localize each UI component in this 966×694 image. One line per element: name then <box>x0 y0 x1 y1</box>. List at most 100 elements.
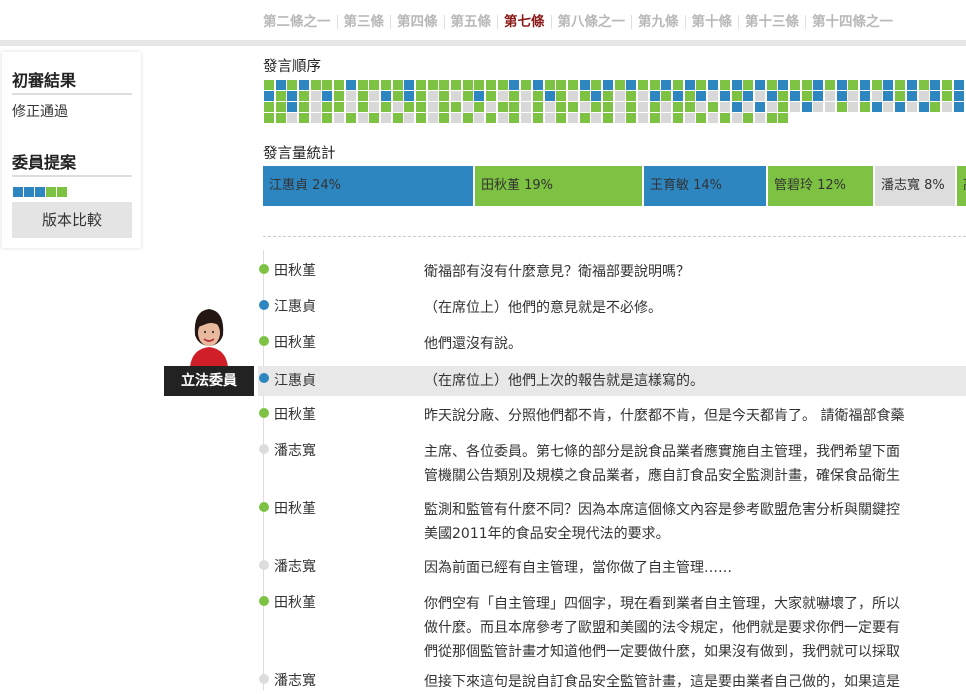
speech-turn-square[interactable] <box>287 91 298 101</box>
speech-turn-square[interactable] <box>264 91 274 101</box>
speech-turn-square[interactable] <box>778 91 789 101</box>
speech-turn-square[interactable] <box>930 102 941 112</box>
speech-turn-square[interactable] <box>275 91 286 101</box>
speech-turn-square[interactable] <box>731 91 742 101</box>
speech-turn-square[interactable] <box>462 102 473 112</box>
speaker-name[interactable]: 江惠貞 <box>274 296 316 318</box>
tab-2[interactable]: 第三條 <box>344 10 385 30</box>
speaker-name[interactable]: 田秋堇 <box>274 404 316 426</box>
speech-turn-square[interactable] <box>602 91 613 101</box>
speech-turn-square[interactable] <box>287 113 298 123</box>
speech-turn-square[interactable] <box>860 102 871 112</box>
legislator-avatar[interactable] <box>186 305 232 367</box>
speaker-name[interactable]: 田秋堇 <box>274 498 316 520</box>
speech-share-segment[interactable]: 田秋堇 19% <box>475 166 642 206</box>
speech-turn-square[interactable] <box>567 102 578 112</box>
speech-turn-square[interactable] <box>462 91 473 101</box>
speech-turn-square[interactable] <box>544 91 555 101</box>
speech-turn-square[interactable] <box>743 80 754 90</box>
speech-turn-square[interactable] <box>404 80 415 90</box>
speech-turn-square[interactable] <box>275 113 286 123</box>
speech-turn-square[interactable] <box>766 91 777 101</box>
speech-turn-square[interactable] <box>474 113 485 123</box>
speech-turn-square[interactable] <box>789 102 800 112</box>
speech-turn-square[interactable] <box>871 102 882 112</box>
speech-turn-square[interactable] <box>275 102 286 112</box>
speech-turn-square[interactable] <box>392 113 403 123</box>
speech-turn-square[interactable] <box>579 113 590 123</box>
speech-turn-square[interactable] <box>544 102 555 112</box>
speech-turn-square[interactable] <box>848 102 859 112</box>
speech-turn-square[interactable] <box>930 91 941 101</box>
speech-turn-square[interactable] <box>334 80 345 90</box>
speech-turn-square[interactable] <box>567 80 578 90</box>
version-compare-button[interactable]: 版本比較 <box>12 202 132 238</box>
speech-share-segment[interactable]: 管碧玲 12% <box>768 166 873 206</box>
speech-turn-square[interactable] <box>766 113 777 123</box>
speech-turn-square[interactable] <box>556 80 567 90</box>
speech-turn-square[interactable] <box>521 80 532 90</box>
proposal-square[interactable] <box>57 187 67 197</box>
tab-1[interactable]: 第二條之一 <box>263 10 331 30</box>
speech-turn-square[interactable] <box>497 113 508 123</box>
speech-turn-square[interactable] <box>427 102 438 112</box>
speech-turn-square[interactable] <box>380 80 391 90</box>
speech-turn-square[interactable] <box>661 102 672 112</box>
speech-turn-square[interactable] <box>310 113 321 123</box>
speech-turn-square[interactable] <box>369 102 380 112</box>
speech-turn-square[interactable] <box>778 113 789 123</box>
speech-turn-square[interactable] <box>766 80 777 90</box>
tab-9[interactable]: 第十三條 <box>745 10 799 30</box>
speech-turn-square[interactable] <box>532 80 543 90</box>
speech-turn-square[interactable] <box>427 80 438 90</box>
speech-turn-square[interactable] <box>661 113 672 123</box>
speech-turn-square[interactable] <box>264 113 274 123</box>
speech-turn-square[interactable] <box>497 91 508 101</box>
speech-turn-square[interactable] <box>918 91 929 101</box>
speech-turn-square[interactable] <box>754 91 765 101</box>
speech-turn-square[interactable] <box>345 113 356 123</box>
speech-turn-square[interactable] <box>638 113 648 123</box>
speech-turn-square[interactable] <box>556 113 567 123</box>
speaker-name[interactable]: 潘志寬 <box>274 440 316 462</box>
speech-turn-square[interactable] <box>602 80 613 90</box>
proposal-square[interactable] <box>24 187 34 197</box>
speech-turn-square[interactable] <box>661 91 672 101</box>
speech-turn-square[interactable] <box>754 80 765 90</box>
tab-4[interactable]: 第五條 <box>451 10 492 30</box>
speech-turn-square[interactable] <box>941 102 952 112</box>
speech-turn-square[interactable] <box>731 113 742 123</box>
speech-turn-square[interactable] <box>497 80 508 90</box>
speech-turn-square[interactable] <box>801 80 812 90</box>
speech-turn-square[interactable] <box>567 91 578 101</box>
speech-turn-square[interactable] <box>486 91 497 101</box>
speech-turn-square[interactable] <box>322 102 333 112</box>
speech-turn-square[interactable] <box>696 80 707 90</box>
speech-turn-square[interactable] <box>369 113 380 123</box>
speaker-name[interactable]: 江惠貞 <box>274 370 316 392</box>
speech-turn-square[interactable] <box>754 102 765 112</box>
speech-turn-square[interactable] <box>871 91 882 101</box>
speech-turn-square[interactable] <box>579 91 590 101</box>
speech-turn-square[interactable] <box>836 91 847 101</box>
speech-turn-square[interactable] <box>626 102 637 112</box>
speech-turn-square[interactable] <box>345 80 356 90</box>
speech-turn-square[interactable] <box>462 80 473 90</box>
speech-turn-square[interactable] <box>415 91 426 101</box>
speech-turn-square[interactable] <box>334 91 345 101</box>
speech-turn-square[interactable] <box>357 91 368 101</box>
speech-turn-square[interactable] <box>626 113 637 123</box>
speech-turn-square[interactable] <box>766 102 777 112</box>
speech-turn-square[interactable] <box>614 113 625 123</box>
speech-turn-square[interactable] <box>474 80 485 90</box>
speech-turn-square[interactable] <box>743 91 754 101</box>
speech-turn-square[interactable] <box>684 102 695 112</box>
speech-turn-square[interactable] <box>918 80 929 90</box>
speech-turn-square[interactable] <box>299 113 310 123</box>
speech-turn-square[interactable] <box>427 113 438 123</box>
speech-turn-square[interactable] <box>602 102 613 112</box>
tab-7[interactable]: 第九條 <box>638 10 679 30</box>
proposal-square[interactable] <box>46 187 56 197</box>
speech-turn-square[interactable] <box>836 102 847 112</box>
speech-turn-square[interactable] <box>895 91 906 101</box>
